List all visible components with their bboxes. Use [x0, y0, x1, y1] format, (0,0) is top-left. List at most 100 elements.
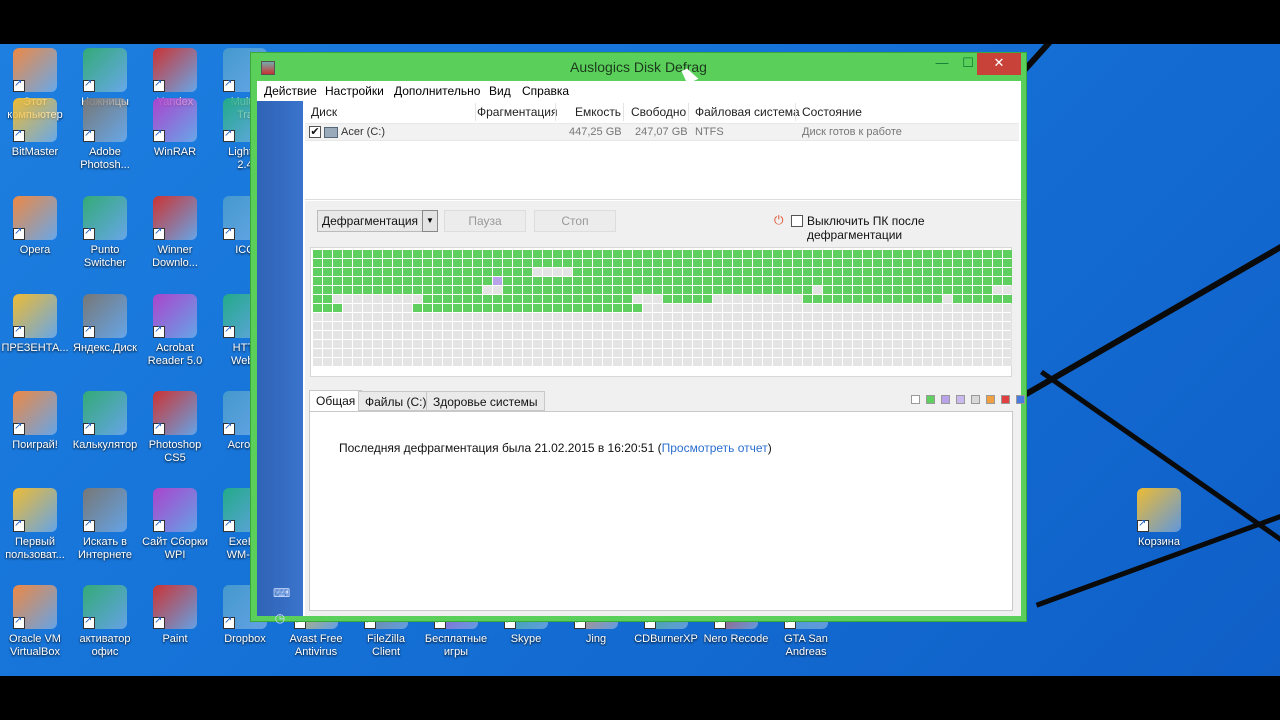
- desktop-icon-label: Яндекс.Диск: [73, 342, 137, 354]
- desktop-icon-label: Oracle VM: [9, 633, 61, 645]
- disk-checkbox[interactable]: ✔: [309, 126, 321, 138]
- scissors-icon: [83, 48, 127, 92]
- desktop-icon-label: Бесплатные: [424, 633, 488, 645]
- keyboard-icon[interactable]: ⌨: [273, 587, 290, 599]
- title-bar[interactable]: Auslogics Disk Defrag — ☐ ✕: [251, 53, 1026, 81]
- adobe-photoshop-icon: [83, 98, 127, 142]
- menu-action[interactable]: Действие: [264, 84, 317, 98]
- play-icon: [13, 391, 57, 435]
- desktop-icon-label-2: Интернете: [78, 549, 132, 561]
- legend-swatch[interactable]: [941, 395, 950, 404]
- desktop-icon-opera[interactable]: Opera: [0, 196, 70, 257]
- acrobat-reader-icon: [153, 294, 197, 338]
- desktop-icon-label: Сайт Сборки: [142, 536, 208, 548]
- table-row[interactable]: ✔ Acer (C:) 447,25 GB 247,07 GB NTFS Дис…: [305, 123, 1019, 141]
- desktop-icon-recycle-bin[interactable]: Корзина: [1124, 488, 1194, 549]
- disk-name: Acer (C:): [341, 126, 385, 138]
- desktop-icon-label: Opera: [19, 244, 51, 256]
- legend-swatch[interactable]: [1016, 395, 1025, 404]
- virtualbox-icon: [13, 585, 57, 629]
- view-report-link[interactable]: Просмотреть отчет: [662, 441, 768, 455]
- drive-icon: [324, 127, 338, 138]
- desktop-icon-winner-download[interactable]: WinnerDownlo...: [140, 196, 210, 270]
- desktop-icon-label: Photoshop: [148, 439, 202, 451]
- menu-view[interactable]: Вид: [489, 84, 511, 98]
- defrag-button[interactable]: Дефрагментация: [317, 210, 423, 232]
- desktop-icon-yandex-disk[interactable]: Яндекс.Диск: [70, 294, 140, 355]
- header-status[interactable]: Состояние: [802, 105, 862, 119]
- shutdown-checkbox[interactable]: [791, 215, 803, 227]
- desktop-icon-virtualbox[interactable]: Oracle VMVirtualBox: [0, 585, 70, 659]
- desktop-icon-paint[interactable]: Paint: [140, 585, 210, 646]
- disk-status: Диск готов к работе: [802, 126, 902, 138]
- desktop-icon-label-2: WPI: [164, 549, 186, 561]
- legend-swatch[interactable]: [926, 395, 935, 404]
- desktop-icon-site-wpi[interactable]: Сайт СборкиWPI: [140, 488, 210, 562]
- punto-switcher-icon: [83, 196, 127, 240]
- legend-swatch[interactable]: [1001, 395, 1010, 404]
- header-filesystem[interactable]: Файловая система: [695, 105, 800, 119]
- header-free[interactable]: Свободно: [631, 105, 686, 119]
- desktop-icon-adobe-photoshop[interactable]: AdobePhotosh...: [70, 98, 140, 172]
- tab-general[interactable]: Общая: [309, 390, 363, 412]
- menu-settings[interactable]: Настройки: [325, 84, 384, 98]
- desktop-icon-label-2: Photosh...: [80, 159, 130, 171]
- desktop-icon-office-activator[interactable]: активаторофис: [70, 585, 140, 659]
- desktop-icon-calculator[interactable]: Калькулятор: [70, 391, 140, 452]
- sidebar: ⌨ ◷: [257, 101, 303, 624]
- desktop-icon-label: Dropbox: [224, 633, 266, 645]
- controls-area: Дефрагментация ▼ Пауза Стоп ⏻ Выключить …: [305, 201, 1025, 616]
- desktop-icon-label: FileZilla: [367, 633, 405, 645]
- desktop-icon-label-2: Andreas: [785, 646, 827, 658]
- desktop-icon-presentation[interactable]: ПРЕЗЕНТА...: [0, 294, 70, 355]
- desktop-icon-label: Поиграй!: [12, 439, 58, 451]
- defrag-dropdown-button[interactable]: ▼: [422, 210, 438, 232]
- legend-swatch[interactable]: [971, 395, 980, 404]
- desktop-icon-bitmaster[interactable]: BitMaster: [0, 98, 70, 159]
- desktop-icon-label: Nero Recode: [703, 633, 769, 645]
- header-capacity[interactable]: Емкость: [575, 105, 621, 119]
- winner-download-icon: [153, 196, 197, 240]
- close-button[interactable]: ✕: [977, 53, 1021, 75]
- tab-files[interactable]: Файлы (C:): [358, 391, 434, 411]
- header-fragmentation[interactable]: Фрагментация: [477, 105, 558, 119]
- client-area: Действие Настройки Дополнительно Вид Спр…: [257, 81, 1025, 624]
- desktop-icon-label: ПРЕЗЕНТА...: [1, 342, 69, 354]
- desktop-icon-label-2: Downlo...: [152, 257, 198, 269]
- window-title: Auslogics Disk Defrag: [570, 59, 707, 75]
- legend-swatch[interactable]: [986, 395, 995, 404]
- desktop-icon-label: Paint: [162, 633, 188, 645]
- desktop-icon-label: Acrobat: [156, 342, 194, 354]
- general-panel: Последняя дефрагментация была 21.02.2015…: [309, 411, 1013, 611]
- disk-table: Диск Фрагментация Емкость Свободно Файло…: [305, 101, 1021, 200]
- desktop-icon-acrobat-reader[interactable]: AcrobatReader 5.0: [140, 294, 210, 368]
- desktop-icon-label: Корзина: [1138, 536, 1180, 548]
- menu-help[interactable]: Справка: [522, 84, 569, 98]
- desktop-icon-label-2: офис: [91, 646, 119, 658]
- yandex-icon: [153, 48, 197, 92]
- desktop-icon-play[interactable]: Поиграй!: [0, 391, 70, 452]
- pause-button[interactable]: Пауза: [444, 210, 526, 232]
- desktop-icon-first-user[interactable]: Первыйпользоват...: [0, 488, 70, 562]
- desktop-icon-label: Avast Free: [289, 633, 343, 645]
- desktop-icon-label: BitMaster: [11, 146, 59, 158]
- desktop-icon-winrar[interactable]: WinRAR: [140, 98, 210, 159]
- stop-button[interactable]: Стоп: [534, 210, 616, 232]
- first-user-icon: [13, 488, 57, 532]
- paint-icon: [153, 585, 197, 629]
- desktop-icon-label: Калькулятор: [72, 439, 138, 451]
- shutdown-label[interactable]: Выключить ПК после дефрагментации: [807, 214, 1021, 242]
- desktop-icon-search-internet[interactable]: Искать вИнтернете: [70, 488, 140, 562]
- desktop-icon-label-2: Switcher: [83, 257, 127, 269]
- legend-swatch[interactable]: [956, 395, 965, 404]
- clock-icon[interactable]: ◷: [273, 612, 287, 624]
- tab-system-health[interactable]: Здоровье системы: [426, 391, 545, 411]
- desktop-icon-label: Jing: [585, 633, 607, 645]
- desktop-icon-punto-switcher[interactable]: PuntoSwitcher: [70, 196, 140, 270]
- header-disk[interactable]: Диск: [311, 105, 337, 119]
- menu-advanced[interactable]: Дополнительно: [394, 84, 480, 98]
- desktop-icon-photoshop-cs5[interactable]: PhotoshopCS5: [140, 391, 210, 465]
- desktop-icon-label: Winner: [157, 244, 193, 256]
- desktop-icon-label: Adobe: [89, 146, 121, 158]
- legend-swatch[interactable]: [911, 395, 920, 404]
